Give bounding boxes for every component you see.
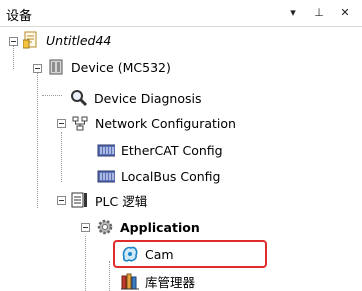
- gear-icon: [96, 218, 114, 236]
- tree-connector: [42, 95, 62, 96]
- tree-item-label: Untitled44: [46, 32, 112, 48]
- tree-item-label: 库管理器: [145, 274, 196, 290]
- bus-config-icon: [97, 167, 115, 185]
- tree-connector: [13, 43, 14, 69]
- panel-menu-button[interactable]: ▾: [286, 5, 300, 19]
- collapse-toggle[interactable]: [57, 119, 66, 128]
- collapse-toggle[interactable]: [81, 223, 90, 232]
- close-button[interactable]: ✕: [338, 5, 352, 19]
- tree-item-label: Network Configuration: [95, 115, 236, 131]
- plc-logic-icon: [71, 191, 89, 209]
- tree-connector: [109, 261, 110, 291]
- tree-item-device-diagnosis[interactable]: Device Diagnosis: [70, 88, 201, 108]
- tree-item-label: LocalBus Config: [121, 168, 221, 184]
- selection-highlight: [113, 240, 267, 268]
- tree-item-label: Device (MC532): [71, 59, 171, 75]
- tree-item-localbus-config[interactable]: LocalBus Config: [97, 166, 221, 186]
- tree-item-network-configuration[interactable]: Network Configuration: [71, 113, 236, 133]
- pin-button[interactable]: ⊥: [312, 5, 326, 19]
- tree-item-label: EtherCAT Config: [121, 142, 223, 158]
- tree-connector: [61, 132, 62, 182]
- collapse-toggle[interactable]: [57, 196, 66, 205]
- tree-connector: [85, 236, 86, 291]
- close-icon: ✕: [340, 5, 350, 19]
- tree-item-label: Application: [120, 219, 200, 235]
- collapse-toggle[interactable]: [33, 64, 42, 73]
- magnifier-icon: [70, 89, 88, 107]
- project-icon: [22, 31, 40, 49]
- tree-item-plc-logic[interactable]: PLC 逻辑: [71, 190, 147, 210]
- panel-title: 设备: [6, 9, 33, 24]
- tree-item-label: Device Diagnosis: [94, 90, 202, 106]
- collapse-toggle[interactable]: [9, 37, 18, 46]
- tree-connector: [37, 70, 38, 208]
- tree-item-library-manager[interactable]: 库管理器: [121, 271, 195, 291]
- tree-item-root[interactable]: Untitled44: [22, 30, 111, 50]
- tree-item-device[interactable]: Device (MC532): [47, 57, 171, 77]
- tree-item-label: PLC 逻辑: [95, 193, 148, 209]
- pin-icon: ⊥: [314, 5, 324, 19]
- tree-item-application[interactable]: Application: [96, 217, 200, 237]
- network-icon: [71, 114, 89, 132]
- panel-titlebar: 设备 ▾ ⊥ ✕: [0, 0, 362, 27]
- chevron-down-icon: ▾: [290, 5, 296, 19]
- library-icon: [121, 272, 139, 290]
- device-icon: [47, 58, 65, 76]
- bus-config-icon: [97, 141, 115, 159]
- tree-item-ethercat-config[interactable]: EtherCAT Config: [97, 140, 223, 160]
